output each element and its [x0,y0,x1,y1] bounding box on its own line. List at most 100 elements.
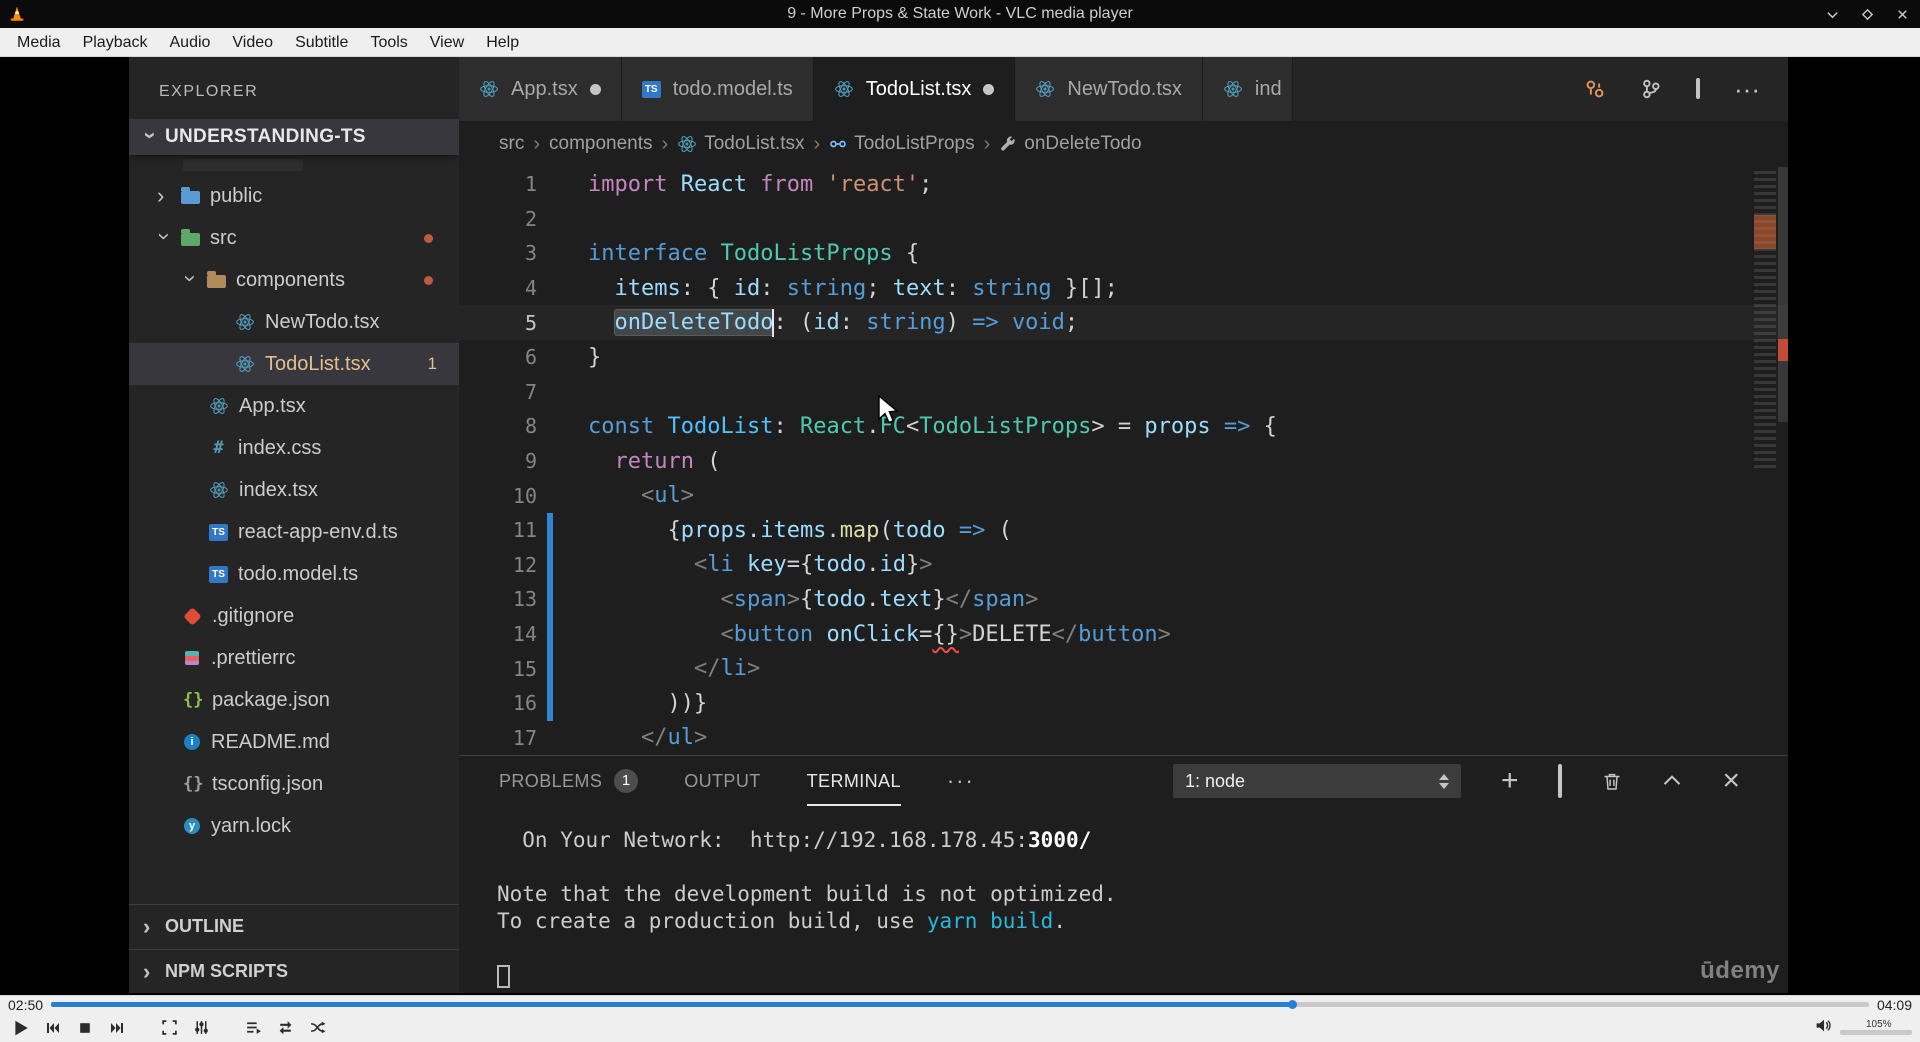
playlist-button[interactable] [240,1015,266,1041]
minimize-button[interactable] [1825,7,1840,22]
kill-terminal-icon[interactable] [1602,771,1622,792]
chevron-down-icon: › [178,274,204,283]
panel-tab-problems[interactable]: PROBLEMS 1 [499,756,639,806]
menu-view[interactable]: View [419,28,475,57]
code-line-3[interactable]: 3 interface TodoListProps { [459,236,1788,271]
code-line-15[interactable]: 15 </li> [459,651,1788,686]
panel-tab-label: OUTPUT [684,770,761,791]
split-editor-icon[interactable] [1696,78,1701,99]
code-line-6[interactable]: 6} [459,340,1788,375]
ts-icon: TS [641,80,661,98]
line-number: 1 [524,172,537,197]
extended-settings-button[interactable] [188,1015,214,1041]
bottom-panel: PROBLEMS 1 OUTPUT TERMINAL ··· 1: node + × On Y… [459,755,1788,993]
play-button[interactable] [8,1015,34,1041]
code-text: interface TodoListProps { [588,240,920,266]
tree-item-index-tsx[interactable]: index.tsx [129,469,459,511]
tab-todolist-tsx[interactable]: TodoList.tsx [813,57,1016,121]
tab-todo-model-ts[interactable]: TS todo.model.ts [621,57,814,121]
code-line-11[interactable]: 11 {props.items.map(todo => ( [459,512,1788,548]
tab-newtodo-tsx[interactable]: NewTodo.tsx [1015,57,1203,121]
outline-section[interactable]: › OUTLINE [129,904,459,948]
breadcrumb-item-src[interactable]: src [499,133,524,155]
breadcrumb-item-todolist-tsx[interactable]: TodoList.tsx [677,133,805,155]
volume-slider[interactable] [1840,1030,1912,1035]
explorer-root-folder[interactable]: › UNDERSTANDING-TS [129,119,459,155]
tree-item-react-app-env-d-ts[interactable]: TS react-app-env.d.ts [129,511,459,553]
menu-subtitle[interactable]: Subtitle [284,28,359,57]
file-label: .gitignore [212,604,295,627]
tree-item-src[interactable]: › src [129,217,459,259]
tab-ind[interactable]: ind [1202,57,1293,121]
tree-item-package-json[interactable]: {} package.json [129,679,459,721]
line-number: 16 [512,691,537,716]
menu-audio[interactable]: Audio [159,28,222,57]
source-control-icon[interactable] [1640,78,1662,100]
menu-video[interactable]: Video [221,28,284,57]
tree-item-tsconfig-json[interactable]: {} tsconfig.json [129,763,459,805]
code-line-9[interactable]: 9 return ( [459,444,1788,479]
code-line-8[interactable]: 8 const TodoList: React.FC<TodoListProps>… [459,409,1788,444]
panel-tab-output[interactable]: OUTPUT [684,756,760,806]
breadcrumb-item-ondeletetodo[interactable]: onDeleteTodo [999,133,1142,155]
tree-item-todo-model-ts[interactable]: TS todo.model.ts [129,553,459,595]
react-icon [210,398,228,414]
code-line-16[interactable]: 16 ))} [459,685,1788,721]
new-terminal-icon[interactable]: + [1501,766,1519,796]
code-line-12[interactable]: 12 <li key={todo.id}> [459,547,1788,583]
tree-item-public[interactable]: › public [129,175,459,217]
code-line-13[interactable]: 13 <span>{todo.text}</span> [459,582,1788,617]
tree-item-components[interactable]: › components [129,259,459,301]
more-actions-icon[interactable]: ··· [1734,76,1760,102]
tree-item-prettierrc[interactable]: .prettierrc [129,637,459,679]
volume-control[interactable]: 105% [1815,1017,1912,1039]
editor-scrollbar[interactable] [1778,167,1788,422]
code-line-4[interactable]: 4 items: { id: string; text: string }[]; [459,271,1788,306]
open-changes-icon[interactable] [1584,78,1606,100]
breadcrumb-item-components[interactable]: components [549,133,653,155]
chevron-right-icon: › [157,183,165,208]
menu-playback[interactable]: Playback [72,28,159,57]
tree-item-todolist-tsx[interactable]: TodoList.tsx 1 [129,343,459,385]
stop-button[interactable] [72,1015,98,1041]
tree-item-index-css[interactable]: # index.css [129,427,459,469]
breadcrumb-item-todolistprops[interactable]: TodoListProps [829,133,975,155]
code-line-7[interactable]: 7 [459,375,1788,410]
code-line-10[interactable]: 10 <ul> [459,478,1788,513]
menu-help[interactable]: Help [475,28,530,57]
panel-tab-terminal[interactable]: TERMINAL [807,756,901,806]
code-text: } [588,344,602,370]
split-terminal-icon[interactable] [1558,764,1563,798]
close-button[interactable] [1895,7,1910,22]
close-panel-icon[interactable]: × [1722,766,1740,796]
code-text: ))} [588,690,708,716]
code-line-5[interactable]: 5 onDeleteTodo: (id: string) => void; [459,305,1788,340]
seek-slider[interactable] [51,1000,1869,1009]
video-area[interactable]: EXPLORER › UNDERSTANDING-TS › public › src ›… [0,57,1920,995]
previous-button[interactable] [40,1015,66,1041]
code-line-14[interactable]: 14 <button onClick={}>DELETE</button> [459,616,1788,652]
tree-item-gitignore[interactable]: .gitignore [129,595,459,637]
menu-tools[interactable]: Tools [359,28,418,57]
tree-item-newtodo-tsx[interactable]: NewTodo.tsx [129,301,459,343]
code-editor[interactable]: 1 import React from 'react'; 2 3 interface T… [459,167,1788,755]
tree-item-app-tsx[interactable]: App.tsx [129,385,459,427]
tree-item-readme-md[interactable]: i README.md [129,721,459,763]
next-button[interactable] [104,1015,130,1041]
shuffle-button[interactable] [304,1015,330,1041]
code-line-17[interactable]: 17 </ul> [459,721,1788,756]
code-line-2[interactable]: 2 [459,202,1788,237]
terminal[interactable]: On Your Network: http://192.168.178.45:3… [459,806,1788,990]
maximize-button[interactable] [1860,7,1875,22]
panel-more-icon[interactable]: ··· [947,768,975,794]
code-text: <button onClick={}>DELETE</button> [720,621,1171,647]
fullscreen-button[interactable] [156,1015,182,1041]
tab-app-tsx[interactable]: App.tsx [459,57,622,121]
code-line-1[interactable]: 1 import React from 'react'; [459,167,1788,202]
menu-media[interactable]: Media [6,28,72,57]
maximize-panel-icon[interactable] [1662,771,1682,791]
tree-item-yarn-lock[interactable]: y yarn.lock [129,805,459,847]
loop-button[interactable] [272,1015,298,1041]
npm-scripts-section[interactable]: › NPM SCRIPTS [129,949,459,993]
terminal-dropdown[interactable]: 1: node [1172,764,1461,798]
